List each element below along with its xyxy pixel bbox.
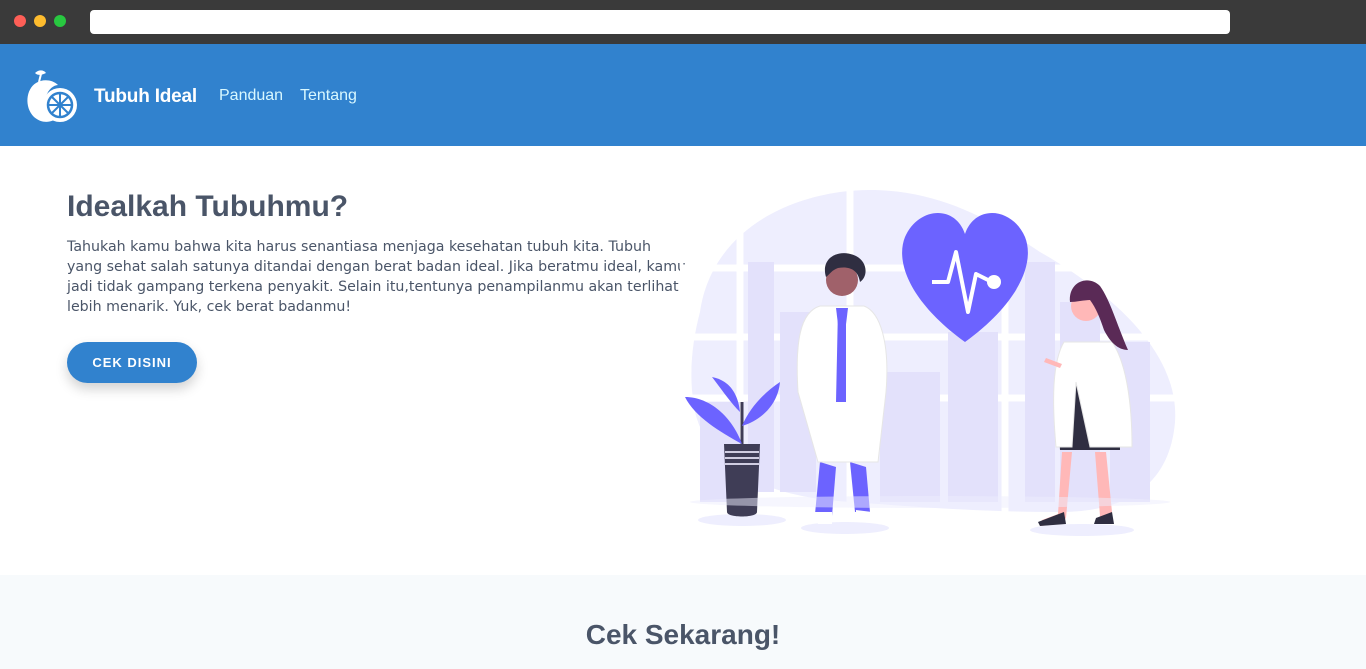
section-title: Cek Sekarang!: [585, 619, 781, 650]
minimize-window-button[interactable]: [34, 15, 46, 27]
hero-description: Tahukah kamu bahwa kita harus senantiasa…: [67, 239, 687, 315]
check-now-section: Cek Sekarang!: [0, 575, 1366, 669]
browser-chrome: [0, 0, 1366, 44]
address-bar[interactable]: [90, 10, 1230, 34]
hero-title: Idealkah Tubuhmu?: [67, 190, 349, 223]
maximize-window-button[interactable]: [54, 15, 66, 27]
nav-link-tentang[interactable]: Tentang: [300, 87, 357, 105]
nav-link-panduan[interactable]: Panduan: [219, 87, 283, 105]
hero-section: Idealkah Tubuhmu? Tahukah kamu bahwa kit…: [0, 146, 1366, 575]
doctors-heart-illustration: [680, 182, 1180, 536]
navbar: Tubuh Ideal Panduan Tentang: [0, 44, 1366, 146]
lemon-icon[interactable]: [22, 67, 80, 125]
close-window-button[interactable]: [14, 15, 26, 27]
brand-link[interactable]: Tubuh Ideal: [94, 86, 197, 108]
check-here-button[interactable]: CEK DISINI: [67, 342, 197, 383]
